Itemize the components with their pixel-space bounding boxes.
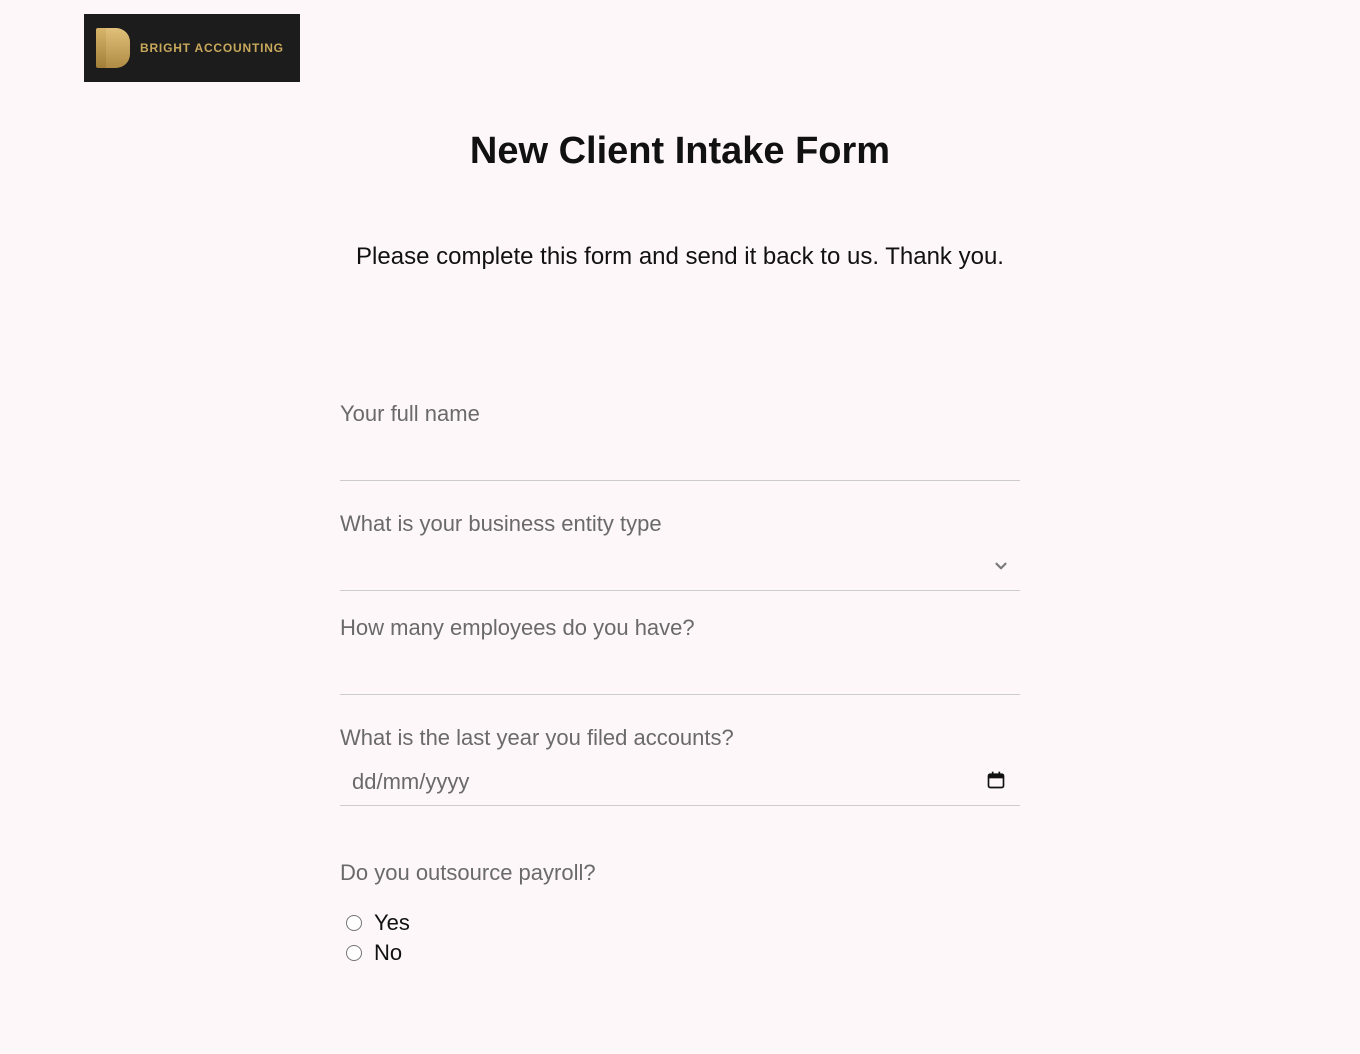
employees-label: How many employees do you have? [340,615,1020,641]
full-name-label: Your full name [340,401,1020,427]
entity-type-label: What is your business entity type [340,511,1020,537]
last-filed-date-input[interactable] [340,759,986,805]
radio-yes-input[interactable] [346,915,362,931]
logo-mark-icon [96,28,130,68]
radio-option-no[interactable]: No [346,940,1020,966]
logo-text: BRIGHT ACCOUNTING [140,41,284,55]
field-last-filed: What is the last year you filed accounts… [340,725,1020,806]
outsource-label: Do you outsource payroll? [340,860,1020,886]
entity-type-select[interactable] [340,545,1020,591]
field-entity-type: What is your business entity type [340,511,1020,591]
page-title: New Client Intake Form [65,130,1295,173]
page-subtitle: Please complete this form and send it ba… [65,243,1295,271]
employees-input[interactable] [340,649,1020,695]
field-outsource-payroll: Do you outsource payroll? Yes No [340,860,1020,966]
radio-yes-label: Yes [374,910,410,936]
field-full-name: Your full name [340,401,1020,481]
radio-no-input[interactable] [346,945,362,961]
page-container: New Client Intake Form Please complete t… [65,0,1295,966]
field-employees: How many employees do you have? [340,615,1020,695]
brand-logo: BRIGHT ACCOUNTING [84,14,300,82]
radio-no-label: No [374,940,402,966]
full-name-input[interactable] [340,435,1020,481]
last-filed-label: What is the last year you filed accounts… [340,725,1020,751]
form: Your full name What is your business ent… [340,401,1020,966]
calendar-icon[interactable] [986,770,1006,795]
radio-option-yes[interactable]: Yes [346,910,1020,936]
